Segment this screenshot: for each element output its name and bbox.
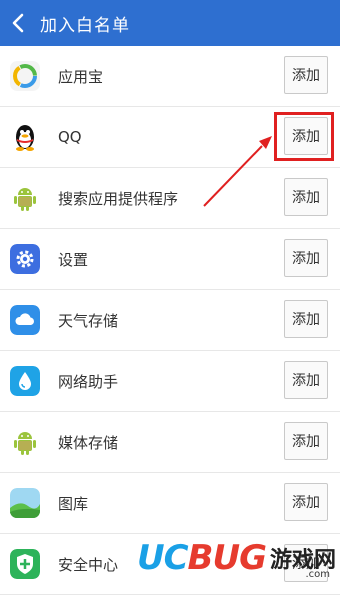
water-drop-icon: [10, 366, 40, 396]
add-button[interactable]: 添加: [284, 361, 328, 399]
chevron-left-icon: [12, 13, 24, 33]
title-bar: 加入白名单: [0, 0, 340, 46]
qq-penguin-icon: [10, 122, 40, 152]
list-item: 网络助手 添加: [0, 351, 340, 412]
list-item: 天气存储 添加: [0, 290, 340, 351]
add-button[interactable]: 添加: [284, 56, 328, 94]
watermark-uc: UC: [136, 538, 189, 578]
page-title: 加入白名单: [40, 15, 130, 36]
list-item: QQ 添加: [0, 107, 340, 168]
back-button[interactable]: [12, 11, 30, 35]
add-button[interactable]: 添加: [284, 483, 328, 521]
android-icon: [10, 183, 40, 213]
app-store-icon: [10, 61, 40, 91]
shield-icon: [10, 549, 40, 579]
highlight-box: [274, 112, 334, 161]
watermark-sub: .com: [305, 569, 330, 580]
add-button[interactable]: 添加: [284, 422, 328, 460]
gear-icon: [10, 244, 40, 274]
gallery-icon: [10, 488, 40, 518]
list-item: 搜索应用提供程序 添加: [0, 168, 340, 229]
list-item: 应用宝 添加: [0, 46, 340, 107]
list-item: 媒体存储 添加: [0, 412, 340, 473]
cloud-icon: [10, 305, 40, 335]
watermark-bug: BUG: [187, 538, 267, 578]
add-button[interactable]: 添加: [284, 178, 328, 216]
watermark-logo: UCBUG 游戏网 .com: [98, 536, 336, 580]
list-item: 图库 添加: [0, 473, 340, 534]
app-list: 应用宝 添加 QQ 添加 搜索应用提供程序 添加 设置 添加 天气存储 添加 网…: [0, 46, 340, 595]
add-button[interactable]: 添加: [284, 300, 328, 338]
list-item: 设置 添加: [0, 229, 340, 290]
android-icon: [10, 427, 40, 457]
add-button[interactable]: 添加: [284, 239, 328, 277]
watermark-brand: UCBUG: [136, 538, 267, 578]
